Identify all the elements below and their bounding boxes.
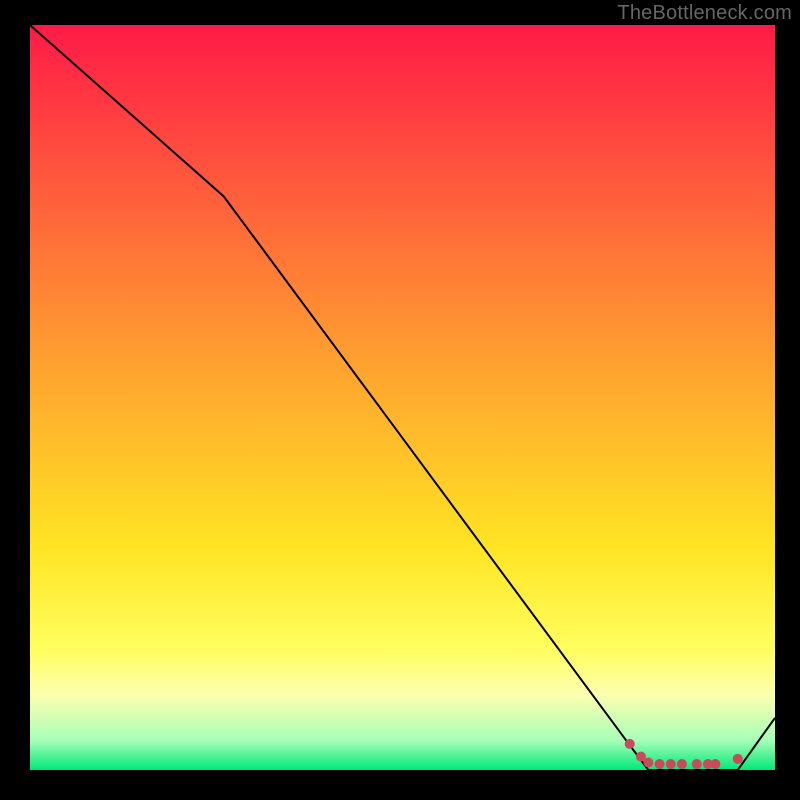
marker-dot	[677, 759, 687, 769]
gradient-background	[30, 25, 775, 770]
watermark-text: TheBottleneck.com	[617, 2, 792, 25]
chart-svg	[30, 25, 775, 770]
marker-dot	[655, 759, 665, 769]
marker-dot	[733, 754, 743, 764]
chart-plot-area	[30, 25, 775, 770]
marker-dot	[710, 759, 720, 769]
marker-dot	[643, 758, 653, 768]
marker-dot	[625, 739, 635, 749]
marker-dot	[666, 759, 676, 769]
marker-dot	[692, 759, 702, 769]
